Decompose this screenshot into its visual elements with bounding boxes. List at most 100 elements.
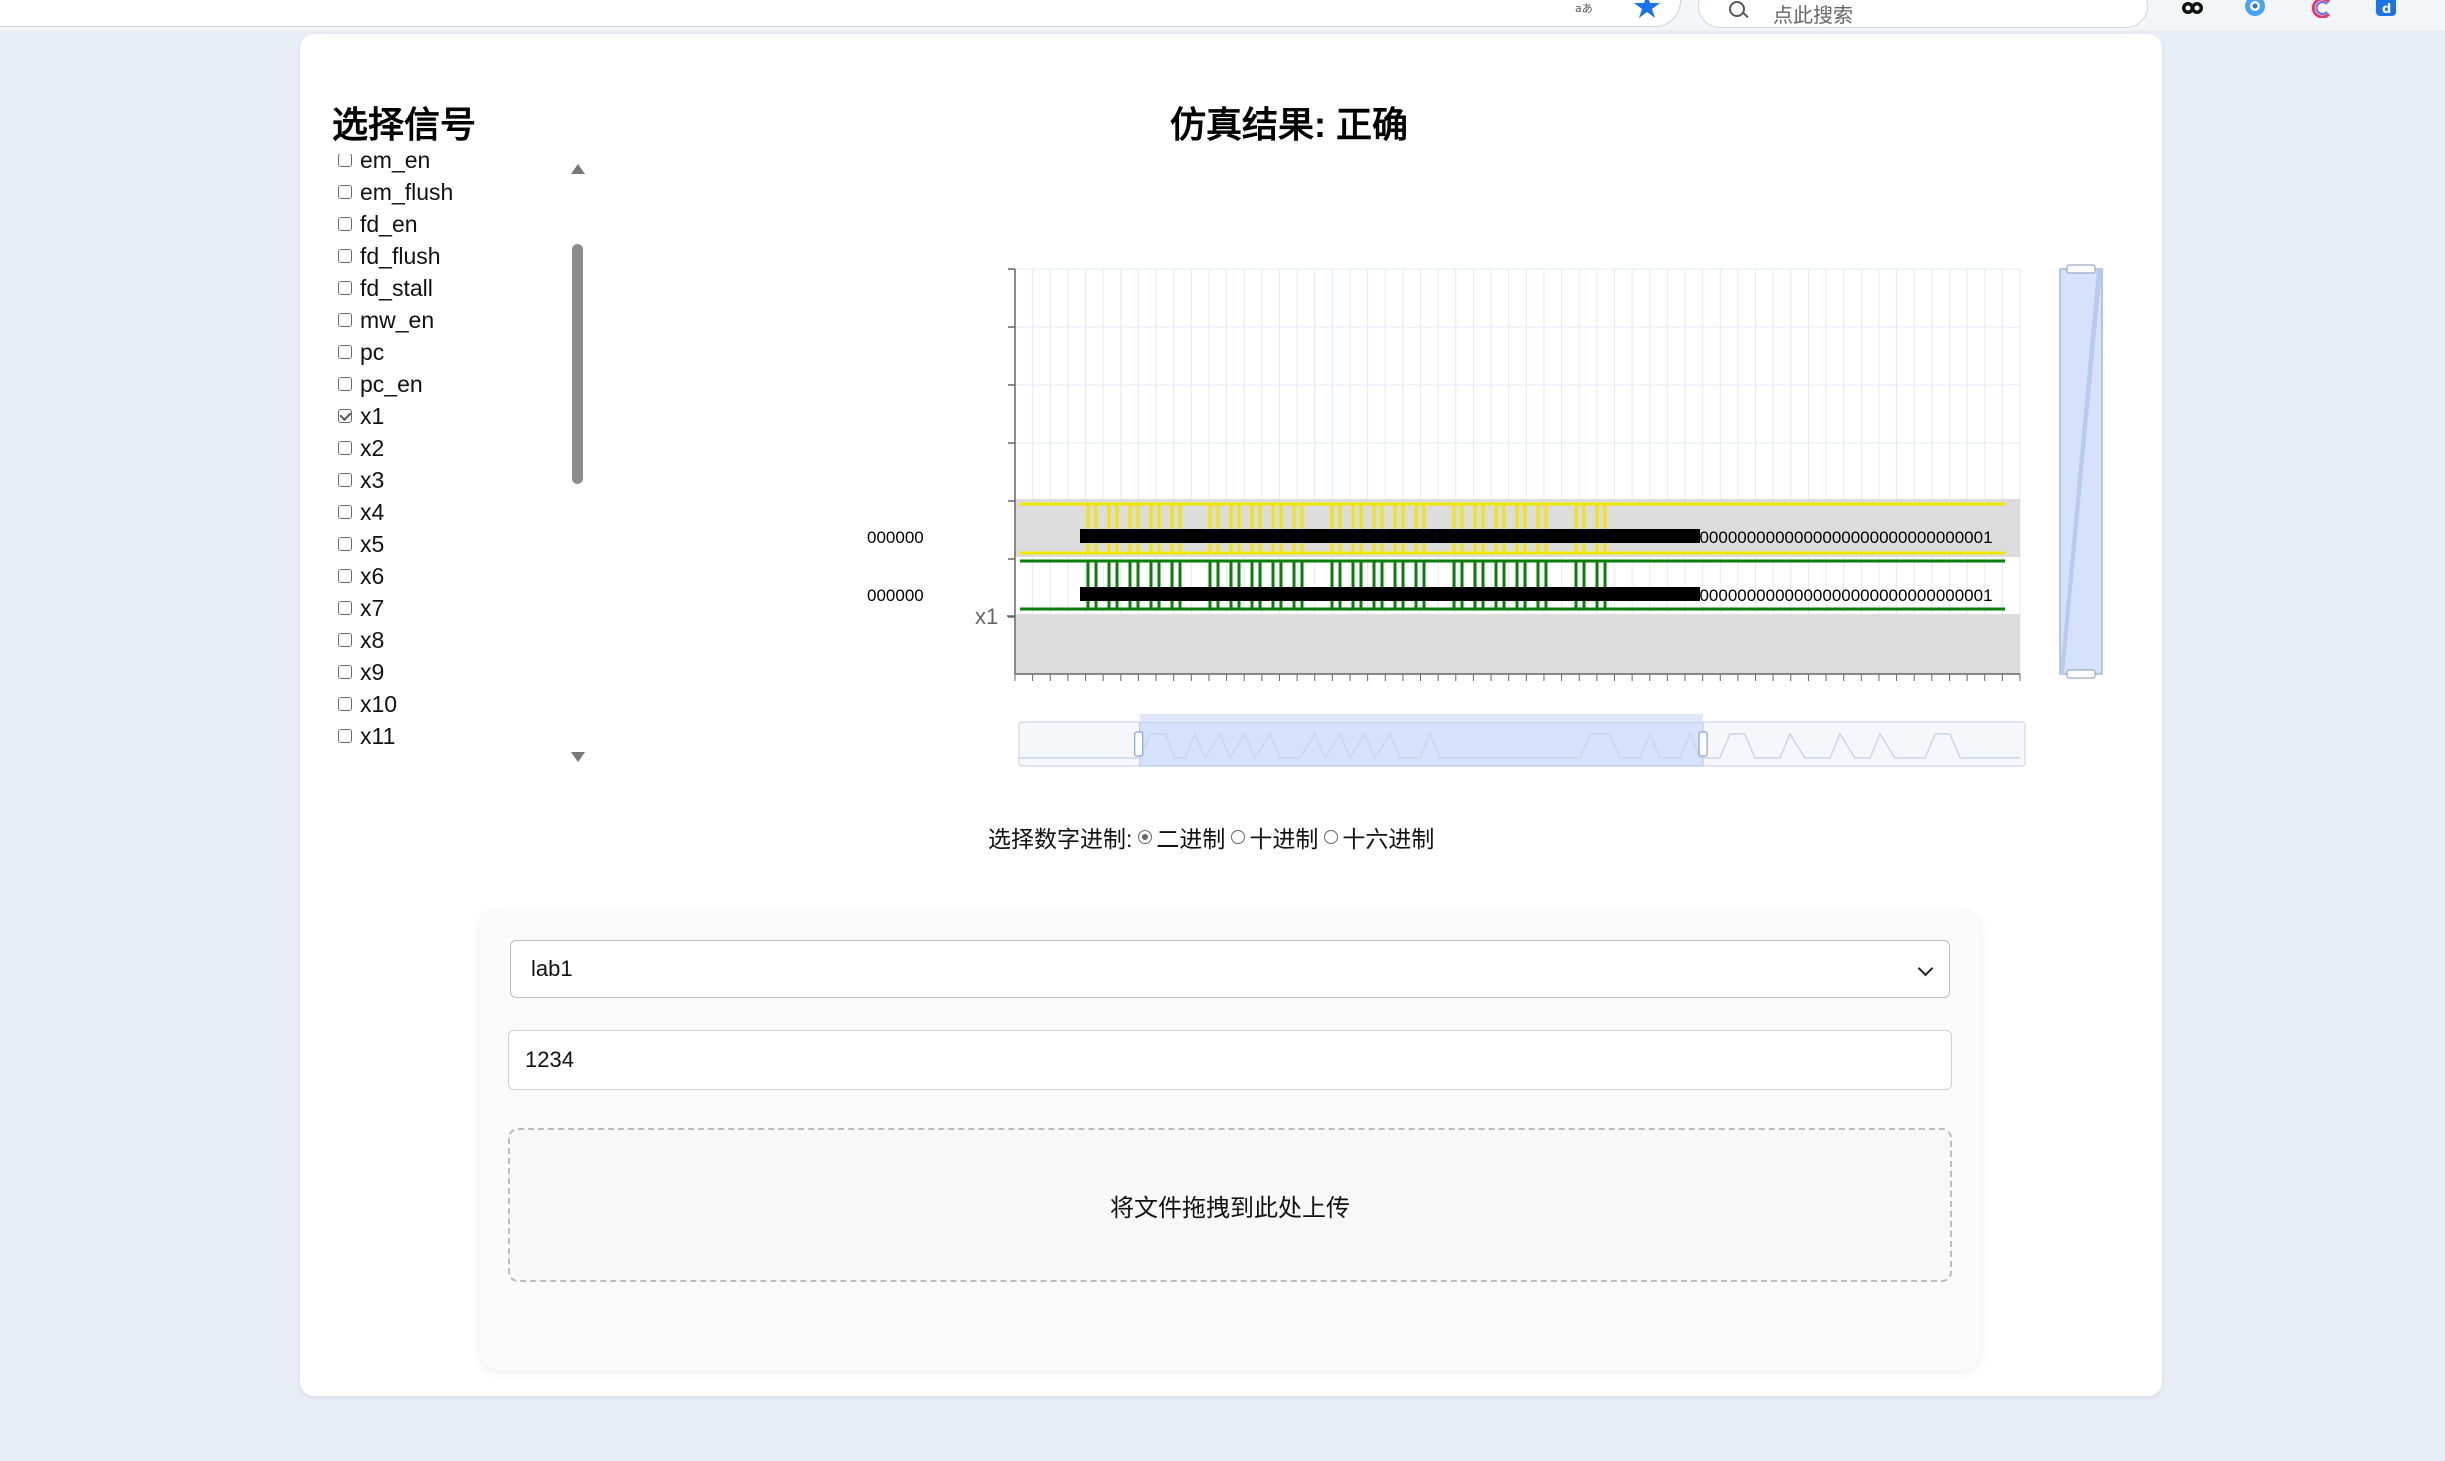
- search-icon: [1729, 1, 1745, 17]
- signal-checkbox[interactable]: [338, 313, 352, 327]
- svg-text:d: d: [2382, 2, 2391, 17]
- browser-toolbar: aあ 点此搜索 d: [0, 0, 2445, 30]
- signal-item-x8[interactable]: x8: [338, 624, 384, 656]
- signal-label: em_en: [360, 154, 431, 173]
- signal-item-x9[interactable]: x9: [338, 656, 384, 688]
- signal-item-pc[interactable]: pc: [338, 336, 384, 368]
- signal-label: em_flush: [360, 178, 454, 205]
- signal-item-fd-flush[interactable]: fd_flush: [338, 240, 441, 272]
- wave-value-label: 00000000000000000000000000000001: [1690, 586, 1993, 605]
- signal-label: x1: [360, 402, 385, 429]
- extension-icon-4[interactable]: d: [2374, 0, 2398, 18]
- radio-binary-label[interactable]: 二进制: [1156, 820, 1225, 854]
- signal-axis-label: x1: [975, 604, 998, 629]
- signal-item-x10[interactable]: x10: [338, 688, 397, 720]
- search-box[interactable]: 点此搜索: [1698, 0, 2148, 28]
- wave-value-label-left: 000000: [867, 586, 924, 605]
- signal-label: x7: [360, 594, 385, 621]
- signal-item-em-en[interactable]: em_en: [338, 154, 430, 176]
- signal-checkbox[interactable]: [338, 537, 352, 551]
- signal-label: mw_en: [360, 306, 435, 333]
- signal-band: [1015, 614, 2020, 674]
- wave-value-overlap: [1080, 529, 1700, 543]
- radix-selector: 选择数字进制: 二进制 十进制 十六进制: [988, 820, 1434, 854]
- signal-item-fd-en[interactable]: fd_en: [338, 208, 418, 240]
- signal-label: x11: [360, 722, 396, 749]
- extension-icon-2[interactable]: [2243, 0, 2267, 18]
- signal-checkbox[interactable]: [338, 729, 352, 743]
- signal-item-x3[interactable]: x3: [338, 464, 384, 496]
- radio-hex-label[interactable]: 十六进制: [1342, 820, 1434, 854]
- student-id-input[interactable]: [508, 1030, 1952, 1090]
- signal-item-mw-en[interactable]: mw_en: [338, 304, 434, 336]
- signal-checkbox[interactable]: [338, 345, 352, 359]
- signal-checkbox[interactable]: [338, 697, 352, 711]
- signal-checkbox[interactable]: [338, 409, 352, 423]
- radix-label: 选择数字进制:: [988, 826, 1133, 852]
- signal-label: x6: [360, 562, 385, 589]
- extension-icon-3[interactable]: [2310, 0, 2334, 19]
- datazoom-handle-left[interactable]: [1134, 731, 1144, 757]
- datazoom-handle-right[interactable]: [1698, 731, 1708, 757]
- signal-item-fd-stall[interactable]: fd_stall: [338, 272, 433, 304]
- signal-list[interactable]: em_en em_flush fd_en fd_flush fd_stall mw_enp…: [332, 154, 582, 769]
- signal-item-pc-en[interactable]: pc_en: [338, 368, 423, 400]
- file-dropzone[interactable]: 将文件拖拽到此处上传: [508, 1128, 1952, 1282]
- signal-item-x4[interactable]: x4: [338, 496, 384, 528]
- signal-label: fd_en: [360, 210, 418, 237]
- address-bar[interactable]: [0, 0, 1681, 27]
- signal-checkbox[interactable]: [338, 185, 352, 199]
- translate-icon[interactable]: aあ: [1574, 0, 1600, 18]
- signal-checkbox[interactable]: [338, 249, 352, 263]
- signal-checkbox[interactable]: [338, 601, 352, 615]
- signal-checkbox[interactable]: [338, 473, 352, 487]
- dropzone-text: 将文件拖拽到此处上传: [1110, 1194, 1350, 1222]
- signal-label: x9: [360, 658, 385, 685]
- signal-label: x3: [360, 466, 385, 493]
- signal-checkbox[interactable]: [338, 441, 352, 455]
- signal-item-x1[interactable]: x1: [338, 400, 384, 432]
- bookmark-star-icon[interactable]: [1632, 0, 1662, 18]
- signal-label: pc: [360, 338, 385, 365]
- lab-select-value: lab1: [531, 956, 573, 981]
- datazoom-move-bar[interactable]: [1139, 714, 1704, 722]
- signal-label: x8: [360, 626, 385, 653]
- extension-icon-1[interactable]: [2180, 0, 2204, 18]
- radio-hex[interactable]: [1324, 830, 1339, 844]
- chevron-down-icon: [1917, 960, 1934, 977]
- svg-text:aあ: aあ: [1575, 2, 1593, 15]
- radio-decimal-label[interactable]: 十进制: [1249, 820, 1318, 854]
- signal-item-x7[interactable]: x7: [338, 592, 384, 624]
- signal-label: x2: [360, 434, 385, 461]
- vertical-zoom-handle-bottom[interactable]: [2066, 669, 2096, 679]
- signal-checkbox[interactable]: [338, 633, 352, 647]
- upload-form-card: lab1 将文件拖拽到此处上传: [480, 910, 1980, 1370]
- radio-binary[interactable]: [1138, 830, 1153, 844]
- signal-label: x5: [360, 530, 385, 557]
- signal-label: x10: [360, 690, 398, 717]
- vertical-zoom-handle-top[interactable]: [2066, 264, 2096, 274]
- signal-item-x2[interactable]: x2: [338, 432, 384, 464]
- radio-decimal[interactable]: [1231, 830, 1246, 844]
- signal-checkbox[interactable]: [338, 505, 352, 519]
- main-container: 选择信号 em_en em_flush fd_en fd_flush fd_stall m…: [300, 34, 2162, 1396]
- signal-checkbox[interactable]: [338, 377, 352, 391]
- waveform-chart[interactable]: 000000 00000000000000000000000000000001 00…: [580, 219, 2120, 779]
- signal-item-x11[interactable]: x11: [338, 720, 395, 752]
- signal-item-x6[interactable]: x6: [338, 560, 384, 592]
- search-placeholder: 点此搜索: [1773, 5, 1853, 27]
- signal-checkbox[interactable]: [338, 569, 352, 583]
- signal-checkbox[interactable]: [338, 665, 352, 679]
- signal-checkbox[interactable]: [338, 281, 352, 295]
- signal-checkbox[interactable]: [338, 154, 352, 167]
- signal-label: x4: [360, 498, 385, 525]
- signal-checkbox[interactable]: [338, 217, 352, 231]
- signal-item-x5[interactable]: x5: [338, 528, 384, 560]
- signal-panel-title: 选择信号: [332, 104, 477, 145]
- simulation-result-title: 仿真结果: 正确: [1170, 104, 1408, 145]
- scroll-up-arrow-icon[interactable]: [571, 164, 585, 174]
- signal-label: pc_en: [360, 370, 423, 397]
- signal-item-em-flush[interactable]: em_flush: [338, 176, 453, 208]
- lab-select[interactable]: lab1: [510, 940, 1950, 998]
- signal-label: fd_flush: [360, 242, 441, 269]
